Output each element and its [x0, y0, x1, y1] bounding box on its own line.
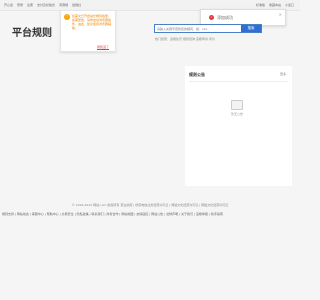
top-link[interactable]: 支付及标格式: [37, 3, 55, 7]
close-icon[interactable]: ×: [279, 12, 282, 17]
top-link[interactable]: 注册: [27, 3, 33, 7]
toast-text: 添加成功: [217, 15, 233, 20]
top-link[interactable]: 加规社: [72, 3, 81, 7]
dismiss-link[interactable]: 我知道了: [97, 45, 109, 49]
empty-box-icon: [231, 100, 243, 110]
page-title: 平台规则: [12, 28, 52, 39]
search-box: 搜索: [154, 24, 262, 33]
top-right-link[interactable]: 收藏本站: [269, 3, 281, 7]
top-right-link[interactable]: 标准版: [256, 3, 265, 7]
warning-tooltip: ! 您需文已开启站长端风格量，如需更改，请你启动浏览器插件，由此，建议使用浏览器…: [60, 10, 116, 52]
footer-copyright: © 2016-2022 网站.com 版权所有 营业执照 | 增值电信业务经营许…: [71, 203, 229, 207]
search-input[interactable]: [155, 25, 243, 32]
empty-state: 暂无公告: [230, 98, 244, 116]
tooltip-text: 您需文已开启站长端风格量，如需更改，请你启动浏览器插件，由此，建议使用浏览器辅助…: [72, 14, 112, 30]
top-right-link[interactable]: 小窗口: [285, 3, 294, 7]
hot-searches: 热门搜索：违规处罚 规则咨询 违规申诉 评价: [155, 37, 215, 41]
more-link[interactable]: 更多: [280, 72, 286, 76]
search-button[interactable]: 搜索: [241, 25, 261, 32]
footer-links[interactable]: 规则支持 | 网站动态 | 客服中心 | 帮助中心 | 交易安全 | 隐私政策 …: [2, 212, 298, 216]
announcement-panel: 规则公告 更多 暂无公告: [185, 66, 292, 186]
panel-title: 规则公告: [189, 72, 205, 77]
top-link[interactable]: 有限规: [59, 3, 68, 7]
divider: [189, 81, 288, 82]
top-link[interactable]: 登录: [17, 3, 23, 7]
top-right-links: 标准版 收藏本站 小窗口: [256, 3, 294, 7]
check-icon: ✓: [209, 15, 214, 20]
empty-label: 暂无公告: [230, 112, 243, 116]
top-links: 开心窗 登录 注册 支付及标格式 有限规 加规社: [4, 3, 81, 7]
warning-icon: !: [64, 14, 70, 20]
top-link[interactable]: 开心窗: [4, 3, 13, 7]
